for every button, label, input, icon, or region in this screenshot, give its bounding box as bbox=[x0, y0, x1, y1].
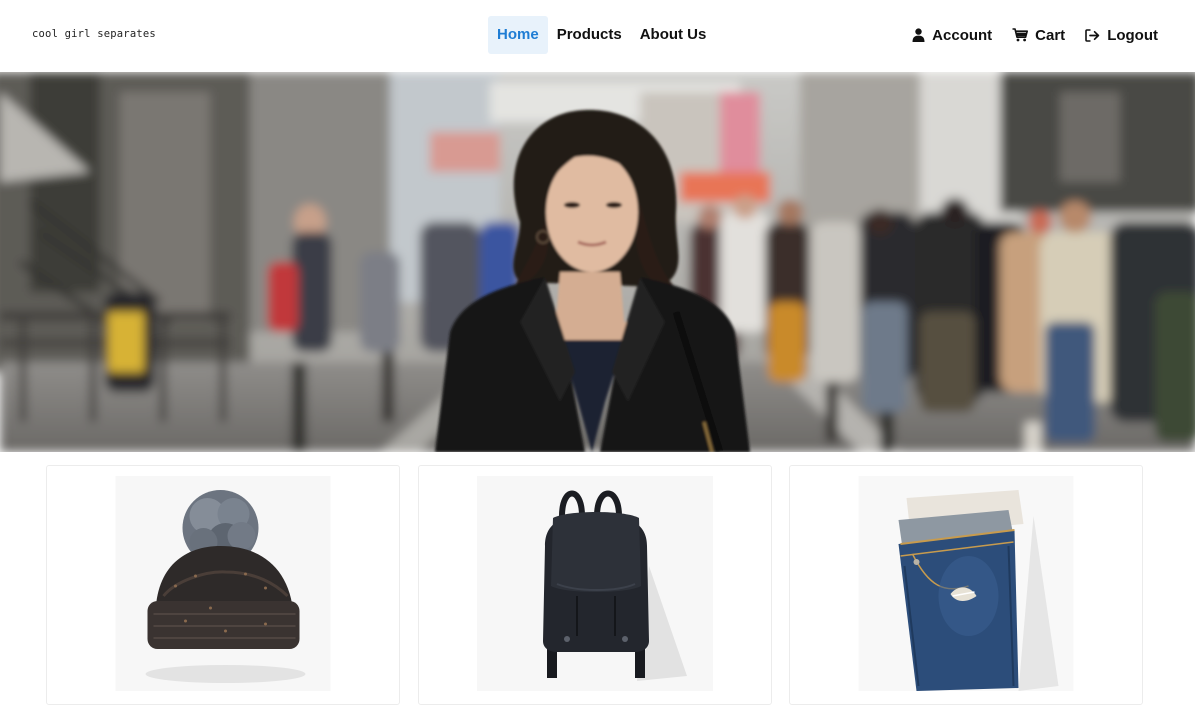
backpack-image bbox=[477, 476, 713, 691]
nav-about-link[interactable]: About Us bbox=[631, 16, 716, 54]
product-grid bbox=[0, 452, 1195, 705]
cart-label: Cart bbox=[1035, 26, 1066, 44]
jeans-image bbox=[858, 476, 1074, 691]
product-card-backpack[interactable] bbox=[418, 465, 772, 705]
product-image-backpack[interactable] bbox=[477, 476, 713, 696]
product-image-jeans[interactable] bbox=[858, 476, 1074, 696]
brand-logo[interactable]: cool girl separates bbox=[32, 28, 156, 40]
main-nav: Home Products About Us bbox=[488, 16, 715, 54]
beanie-image bbox=[115, 476, 331, 691]
logout-link[interactable]: Logout bbox=[1085, 27, 1158, 44]
hero-image bbox=[0, 72, 1195, 452]
account-link[interactable]: Account bbox=[912, 27, 992, 44]
nav-home-link[interactable]: Home bbox=[488, 16, 548, 54]
product-image-beanie[interactable] bbox=[115, 476, 331, 696]
account-label: Account bbox=[932, 26, 993, 44]
logout-icon bbox=[1085, 28, 1100, 42]
logout-label: Logout bbox=[1107, 26, 1158, 44]
nav-products-link[interactable]: Products bbox=[548, 16, 631, 54]
user-icon bbox=[912, 28, 925, 42]
cart-link[interactable]: Cart bbox=[1012, 27, 1065, 44]
top-navbar: cool girl separates Home Products About … bbox=[0, 0, 1195, 72]
product-card-jeans[interactable] bbox=[789, 465, 1143, 705]
product-card-beanie[interactable] bbox=[46, 465, 400, 705]
cart-icon bbox=[1012, 28, 1029, 42]
user-nav: Account Cart Logout bbox=[912, 16, 1158, 54]
hero-banner bbox=[0, 72, 1195, 452]
